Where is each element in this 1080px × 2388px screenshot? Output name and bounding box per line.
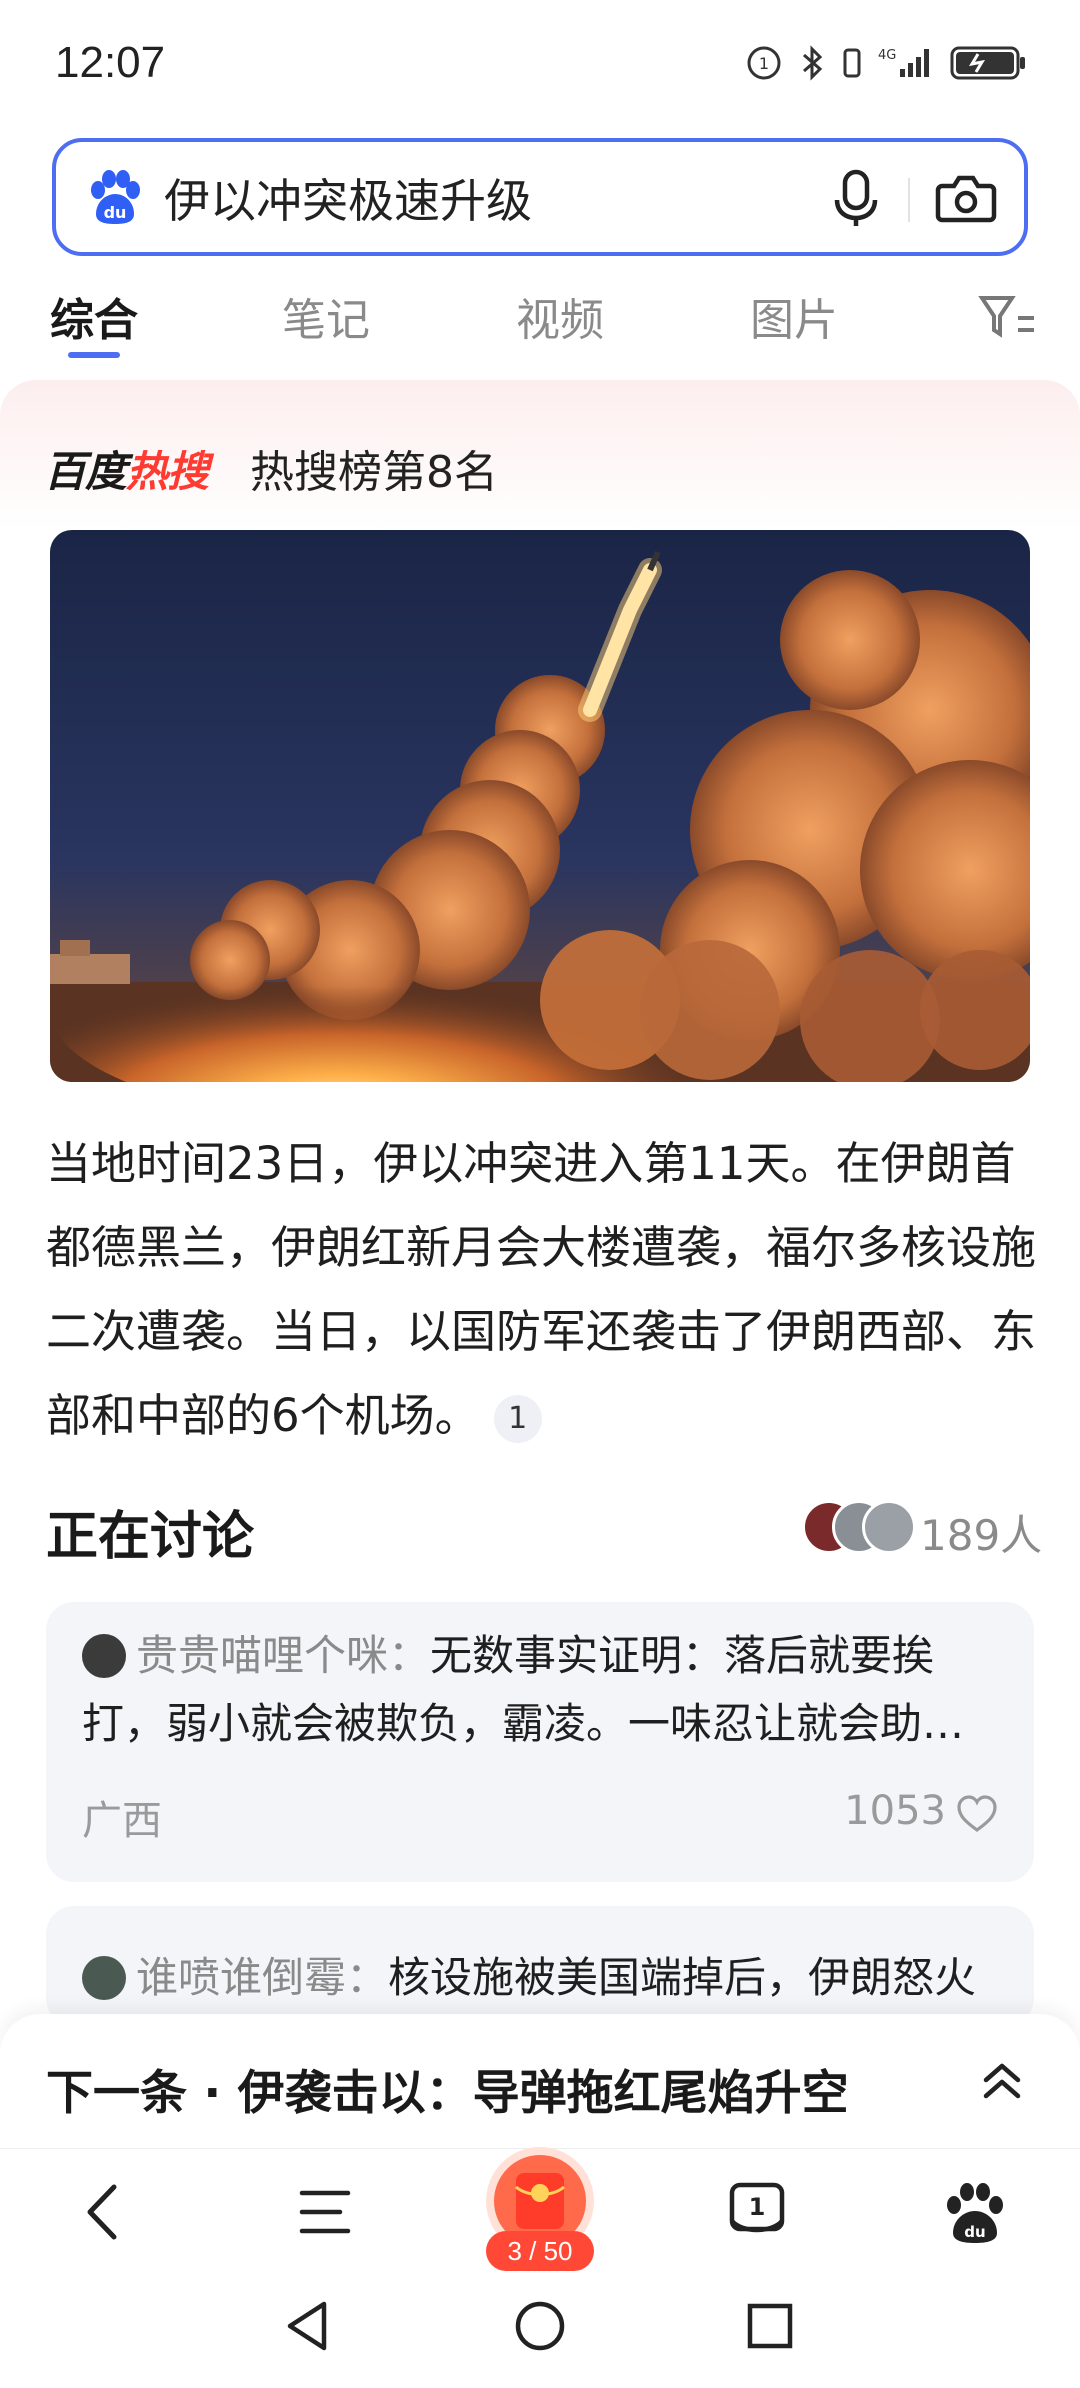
system-back-icon[interactable] — [276, 2294, 340, 2358]
comment-text: 谁喷谁倒霉：核设施被美国端掉后，伊朗怒火 — [82, 1944, 1002, 2012]
chevron-up-icon[interactable] — [980, 2058, 1024, 2104]
status-icons: 1 4G — [746, 44, 1028, 82]
search-input[interactable] — [164, 168, 824, 228]
next-article-label: 下一条 · 伊袭击以：导弹拖红尾焰升空 — [46, 2066, 849, 2121]
avatar — [862, 1500, 916, 1554]
system-recents-icon[interactable] — [738, 2294, 802, 2358]
red-packet-count: 3 / 50 — [486, 2231, 594, 2271]
system-home-icon[interactable] — [508, 2294, 572, 2358]
comment-card[interactable]: 谁喷谁倒霉：核设施被美国端掉后，伊朗怒火 — [46, 1906, 1034, 2026]
status-bar: 12:07 1 4G — [0, 0, 1080, 130]
menu-icon[interactable] — [290, 2177, 360, 2247]
svg-text:du: du — [964, 2223, 985, 2241]
like-count: 1053 — [844, 1788, 946, 1834]
svg-text:1: 1 — [749, 2193, 766, 2221]
baidu-hot-logo: 百度热搜 — [44, 447, 209, 496]
baidu-home-icon[interactable]: du — [940, 2177, 1010, 2247]
svg-text:1: 1 — [759, 54, 769, 73]
reference-badge[interactable]: 1 — [493, 1395, 542, 1443]
discussion-title: 正在讨论 — [46, 1507, 255, 1567]
mic-icon[interactable] — [826, 166, 886, 230]
tab-all[interactable]: 综合 — [50, 284, 138, 348]
back-icon[interactable] — [70, 2177, 140, 2247]
tab-images[interactable]: 图片 — [750, 284, 838, 348]
hd-call-icon: 1 — [747, 46, 781, 80]
summary-text: 当地时间23日，伊以冲突进入第11天。在伊朗首都德黑兰，伊朗红新月会大楼遭袭，福… — [46, 1137, 1037, 1442]
search-box[interactable]: du — [52, 138, 1028, 256]
comment-region: 广西 — [82, 1798, 162, 1844]
svg-text:du: du — [104, 203, 127, 222]
next-article-bar[interactable]: 下一条 · 伊袭击以：导弹拖红尾焰升空 — [0, 2014, 1080, 2148]
discussion-count[interactable]: 189人 — [920, 1502, 1042, 1563]
vibrate-icon — [843, 48, 861, 78]
hot-rank[interactable]: 热搜榜第8名 — [250, 436, 498, 500]
news-summary: 当地时间23日，伊以冲突进入第11天。在伊朗首都德黑兰，伊朗红新月会大楼遭袭，福… — [46, 1122, 1036, 1458]
news-image[interactable] — [50, 530, 1030, 1082]
status-time: 12:07 — [55, 38, 166, 87]
system-nav — [0, 2272, 1080, 2388]
heart-icon[interactable] — [956, 1794, 998, 1834]
comment-author[interactable]: 谁喷谁倒霉： — [136, 1953, 388, 2002]
participant-avatars[interactable] — [802, 1500, 918, 1556]
bottom-nav: 3 / 50 1 du — [0, 2147, 1080, 2272]
result-tabs: 综合 笔记 视频 图片 — [0, 272, 1080, 362]
battery-icon — [950, 46, 1025, 80]
comment-text: 贵贵喵哩个咪：无数事实证明：落后就要挨打，弱小就会被欺负，霸凌。一味忍让就会助… — [82, 1622, 1002, 1758]
active-tab-indicator — [68, 352, 120, 358]
tab-videos[interactable]: 视频 — [516, 284, 604, 348]
comment-card[interactable]: 贵贵喵哩个咪：无数事实证明：落后就要挨打，弱小就会被欺负，霸凌。一味忍让就会助…… — [46, 1602, 1034, 1882]
bluetooth-icon — [803, 45, 823, 81]
tab-notes[interactable]: 笔记 — [282, 284, 370, 348]
tab-count-icon[interactable]: 1 — [722, 2177, 792, 2247]
signal-icon: 4G — [878, 48, 929, 77]
search-divider — [908, 178, 910, 222]
comment-author[interactable]: 贵贵喵哩个咪： — [136, 1631, 430, 1680]
filter-icon[interactable] — [978, 288, 1038, 344]
baidu-paw-icon: du — [91, 170, 140, 224]
comment-body: 核设施被美国端掉后，伊朗怒火 — [388, 1953, 977, 2002]
svg-text:4G: 4G — [878, 48, 896, 63]
camera-icon[interactable] — [934, 166, 998, 230]
